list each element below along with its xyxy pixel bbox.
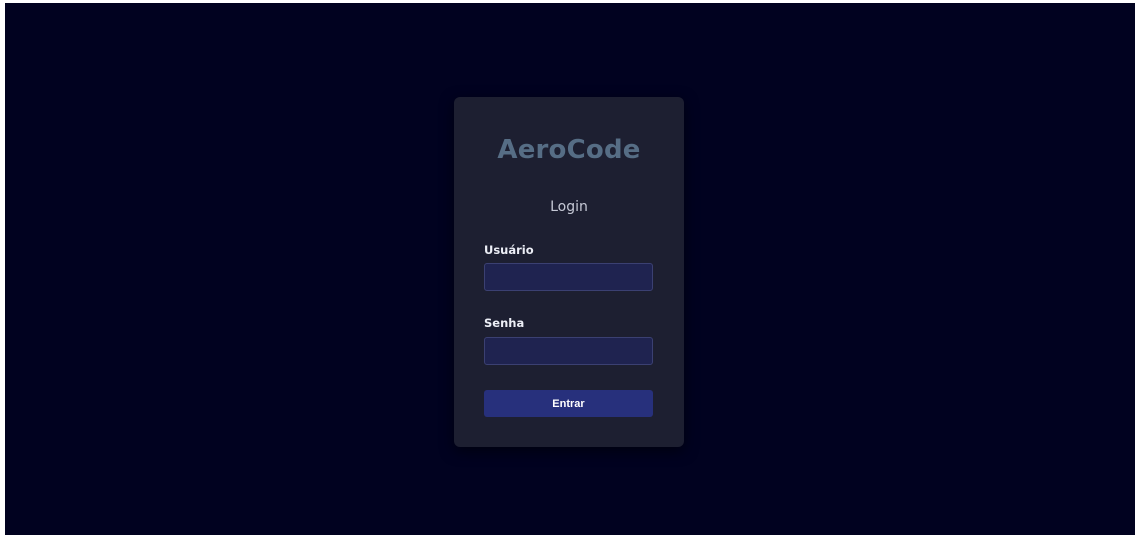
password-input[interactable] [484,337,653,365]
brand-title: AeroCode [497,135,641,165]
login-card: AeroCode Login Usuário Senha Entrar [454,97,684,447]
username-input[interactable] [484,263,653,291]
password-label: Senha [484,316,525,330]
page-background: AeroCode Login Usuário Senha Entrar [5,3,1135,535]
username-label: Usuário [484,243,534,257]
login-button[interactable]: Entrar [484,390,653,417]
login-subtitle: Login [550,199,588,215]
